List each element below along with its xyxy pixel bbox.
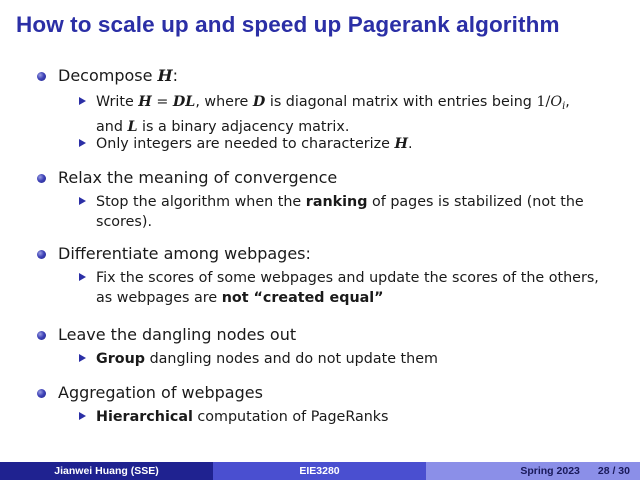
triangle-bullet-icon	[79, 197, 86, 205]
triangle-bullet-icon	[79, 97, 86, 105]
ball-bullet-icon	[37, 250, 46, 259]
sub-item-text: Only integers are needed to characterize…	[96, 134, 611, 154]
text-span: is diagonal matrix with entries being	[265, 94, 537, 110]
text-span: is a binary adjacency matrix.	[137, 119, 350, 135]
text-span: computation of PageRanks	[192, 409, 389, 425]
math-dl: DL	[172, 94, 196, 110]
ball-bullet-icon	[37, 174, 46, 183]
text-span: and	[96, 119, 128, 135]
ball-bullet-icon	[37, 389, 46, 398]
item-label: Decompose H:	[58, 66, 178, 86]
sub-item-text: Write H = DL, where D is diagonal matrix…	[96, 92, 611, 137]
text-span: as webpages are	[96, 290, 222, 306]
slide-footer: Jianwei Huang (SSE) EIE3280 Spring 2023 …	[0, 462, 640, 480]
text-span: .	[407, 136, 413, 152]
sub-item-text: Fix the scores of some webpages and upda…	[96, 268, 611, 308]
item-label-text: Decompose	[58, 66, 158, 85]
sub-item-text: Group dangling nodes and do not update t…	[96, 349, 611, 369]
sub-item-text: Hierarchical computation of PageRanks	[96, 407, 611, 427]
item-label: Relax the meaning of convergence	[58, 168, 338, 187]
item-label-suffix: :	[172, 66, 179, 85]
ball-bullet-icon	[37, 331, 46, 340]
item-label: Aggregation of webpages	[58, 383, 263, 402]
footer-author: Jianwei Huang (SSE)	[0, 462, 213, 480]
bold-text: Hierarchical	[96, 409, 193, 425]
text-span: Stop the algorithm when the	[96, 194, 306, 210]
text-span: Write	[96, 94, 139, 110]
page-number: 28 / 30	[597, 465, 630, 477]
text-span: ,	[565, 94, 570, 110]
triangle-bullet-icon	[79, 354, 86, 362]
text-span: Fix the scores of some webpages and upda…	[96, 270, 599, 286]
math-o: O	[550, 94, 563, 110]
item-label: Differentiate among webpages:	[58, 244, 311, 263]
item-label: Leave the dangling nodes out	[58, 325, 297, 344]
bold-text: Group	[96, 351, 146, 367]
math-h: H	[394, 136, 408, 152]
text-span: of pages is stabilized (not the	[367, 194, 584, 210]
triangle-bullet-icon	[79, 139, 86, 147]
bold-text: not “created equal”	[221, 290, 384, 306]
triangle-bullet-icon	[79, 273, 86, 281]
ball-bullet-icon	[37, 72, 46, 81]
text-span: dangling nodes and do not update them	[145, 351, 438, 367]
bold-text: ranking	[305, 194, 368, 210]
footer-course: EIE3280	[213, 462, 426, 480]
text-span: Only integers are needed to characterize	[96, 136, 395, 152]
math-d: D	[252, 94, 266, 110]
sub-item-text: Stop the algorithm when the ranking of p…	[96, 192, 611, 232]
slide-title: How to scale up and speed up Pagerank al…	[16, 12, 560, 37]
footer-date: Spring 2023	[520, 465, 580, 477]
math-h: H	[138, 94, 152, 110]
math-frac-num: 1/	[536, 94, 551, 110]
text-span: , where	[195, 94, 253, 110]
triangle-bullet-icon	[79, 412, 86, 420]
text-span: scores).	[96, 214, 152, 230]
math-eq: =	[151, 94, 173, 110]
math-l: L	[127, 119, 138, 135]
item-label-math: H	[157, 66, 173, 85]
footer-info: Spring 2023 28 / 30	[426, 462, 640, 480]
